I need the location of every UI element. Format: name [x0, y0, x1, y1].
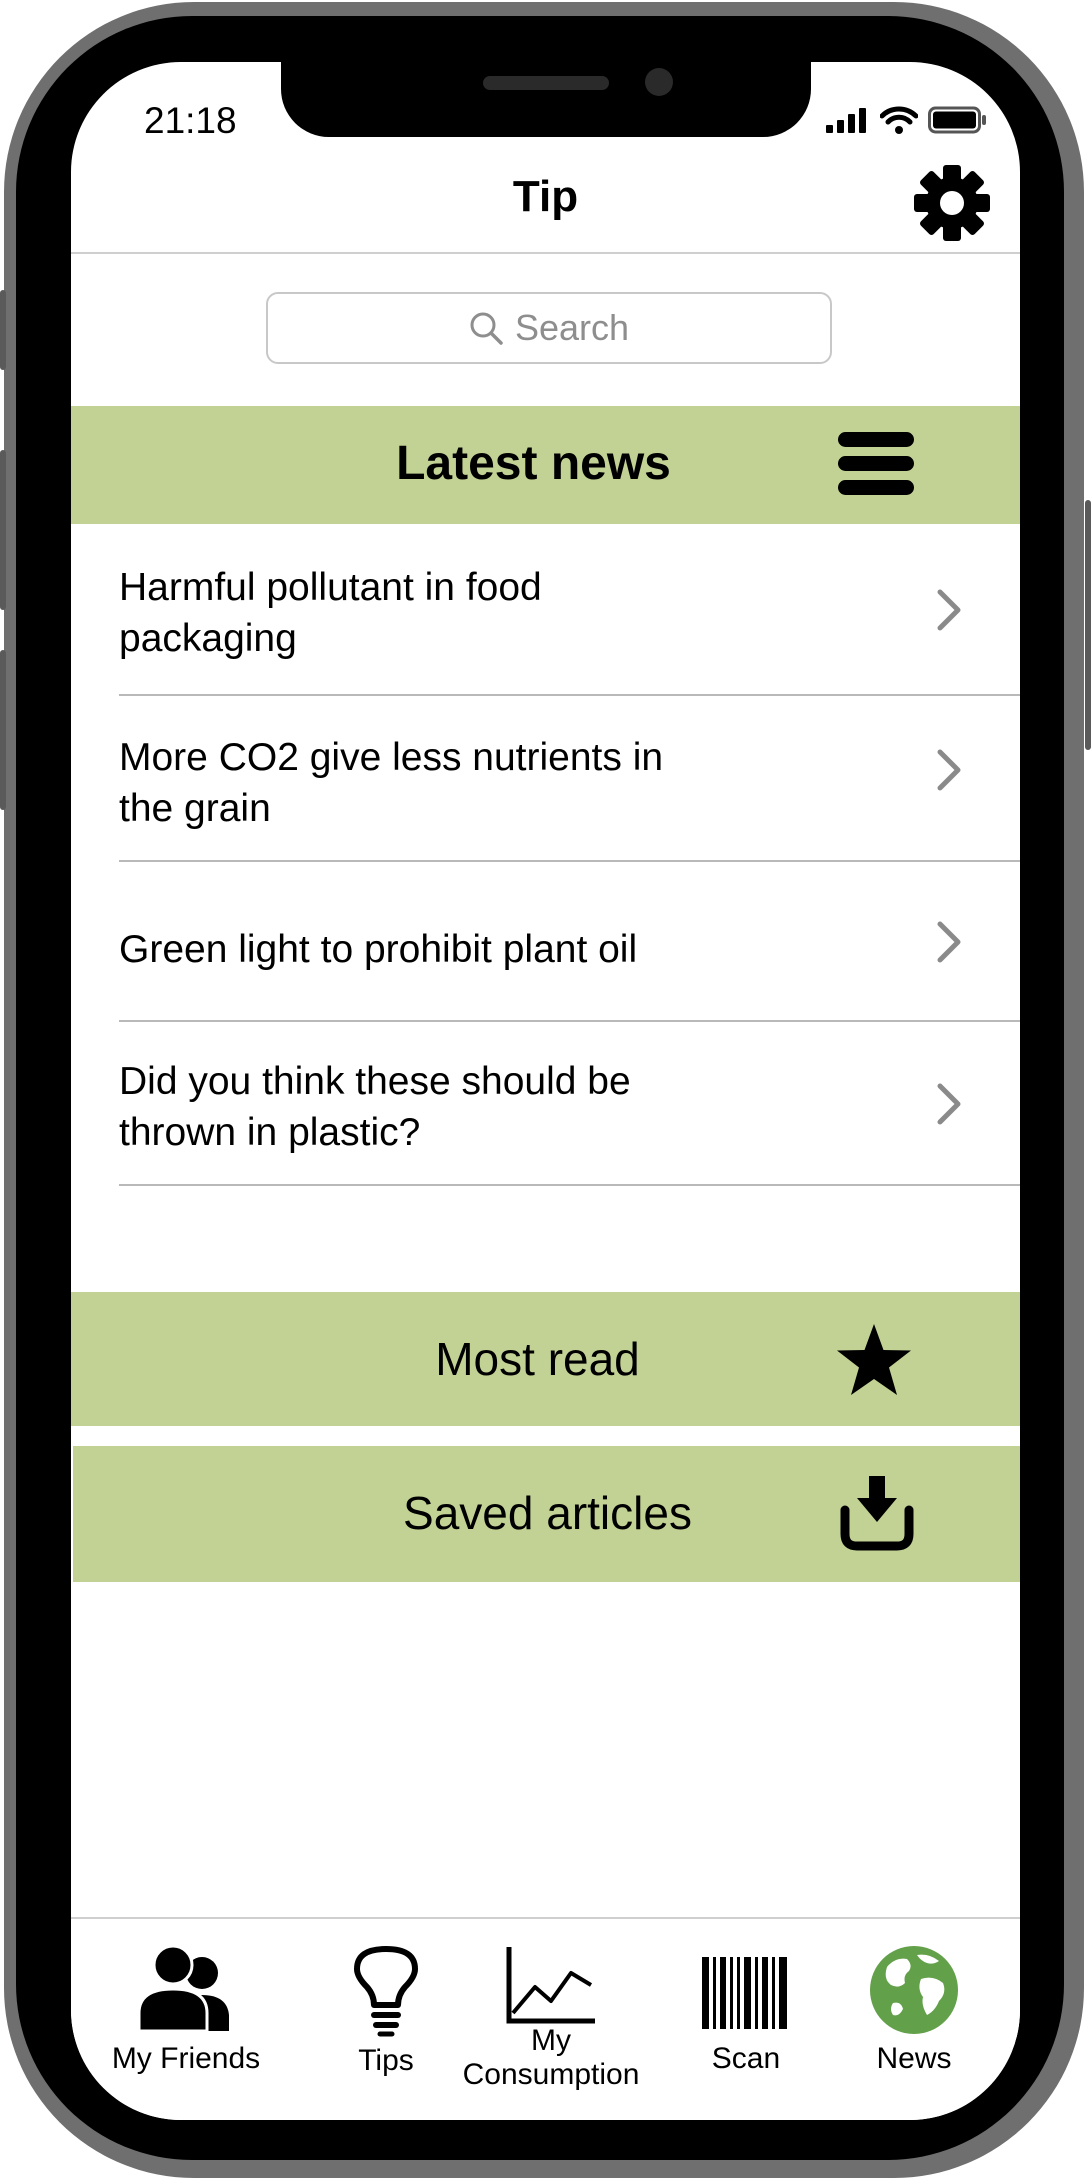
cellular-signal-icon [826, 108, 866, 133]
tab-tips[interactable]: Tips [326, 1945, 446, 2078]
tab-label: Tips [358, 2044, 414, 2077]
tab-news[interactable]: News [849, 1945, 979, 2076]
front-camera [645, 68, 673, 96]
tab-my-consumption[interactable]: My Consumption [456, 1945, 646, 2092]
volume-down-button [0, 650, 6, 810]
download-icon [840, 1476, 914, 1551]
side-button [0, 290, 6, 370]
users-icon [137, 1944, 229, 2033]
status-time: 21:18 [144, 100, 237, 141]
news-list-item[interactable]: Did you think these should be thrown in … [119, 1022, 1020, 1186]
news-item-title: More CO2 give less nutrients in the grai… [119, 732, 779, 834]
search-input[interactable]: Search [266, 292, 832, 364]
menu-icon [838, 432, 914, 495]
news-item-title-line: the grain [119, 787, 271, 830]
wifi-icon [880, 106, 918, 134]
notch [281, 62, 811, 137]
chevron-right-icon [937, 589, 961, 631]
battery-icon [928, 106, 986, 134]
news-item-title-line: Green light to prohibit plant oil [119, 928, 638, 971]
gear-icon [914, 165, 990, 241]
tab-my-friends[interactable]: My Friends [101, 1944, 271, 2076]
barcode-icon [702, 1957, 787, 2029]
tab-label-line: Consumption [462, 2058, 640, 2091]
status-icons [826, 106, 988, 134]
star-icon [837, 1324, 911, 1395]
page-title: Tip [512, 172, 579, 221]
tab-bar: My Friends Tips My Consumption Scan News [71, 1917, 1020, 2120]
search-placeholder: Search [514, 307, 630, 348]
lightbulb-icon [354, 1946, 418, 2037]
news-item-title-line: More CO2 give less nutrients in [119, 736, 664, 779]
power-button [1085, 500, 1091, 750]
tab-label-line: My [531, 2024, 571, 2057]
news-item-title: Green light to prohibit plant oil [119, 924, 779, 975]
saved-articles-button[interactable]: Saved articles [73, 1446, 1020, 1582]
news-list-item[interactable]: Harmful pollutant in food packaging [119, 524, 1020, 696]
chart-icon [506, 1947, 595, 2024]
most-read-button[interactable]: Most read [71, 1292, 1020, 1426]
tab-label: News [876, 2042, 952, 2075]
settings-button[interactable] [911, 162, 993, 244]
news-item-title-line: packaging [119, 617, 297, 660]
news-item-title: Harmful pollutant in food packaging [119, 562, 779, 664]
screen: 21:18 Tip Search Latest news Harmful pol… [71, 62, 1020, 2120]
news-item-title: Did you think these should be thrown in … [119, 1056, 779, 1158]
tab-label: My Friends [111, 2042, 261, 2075]
tab-label: Scan [711, 2042, 781, 2075]
news-item-title-line: Did you think these should be [119, 1060, 631, 1103]
tab-scan[interactable]: Scan [681, 1957, 811, 2076]
latest-news-menu-button[interactable] [836, 428, 916, 500]
chevron-right-icon [937, 1083, 961, 1125]
speaker [483, 76, 609, 90]
latest-news-header: Latest news [71, 406, 1020, 524]
top-bar: Tip [71, 162, 1020, 254]
globe-icon [870, 1946, 958, 2034]
chevron-right-icon [937, 749, 961, 791]
chevron-right-icon [937, 921, 961, 963]
volume-up-button [0, 450, 6, 610]
news-list-item[interactable]: More CO2 give less nutrients in the grai… [119, 696, 1020, 862]
search-icon [470, 312, 503, 345]
news-item-title-line: thrown in plastic? [119, 1111, 421, 1154]
news-list-item[interactable]: Green light to prohibit plant oil [119, 862, 1020, 1022]
news-item-title-line: Harmful pollutant in food [119, 566, 542, 609]
